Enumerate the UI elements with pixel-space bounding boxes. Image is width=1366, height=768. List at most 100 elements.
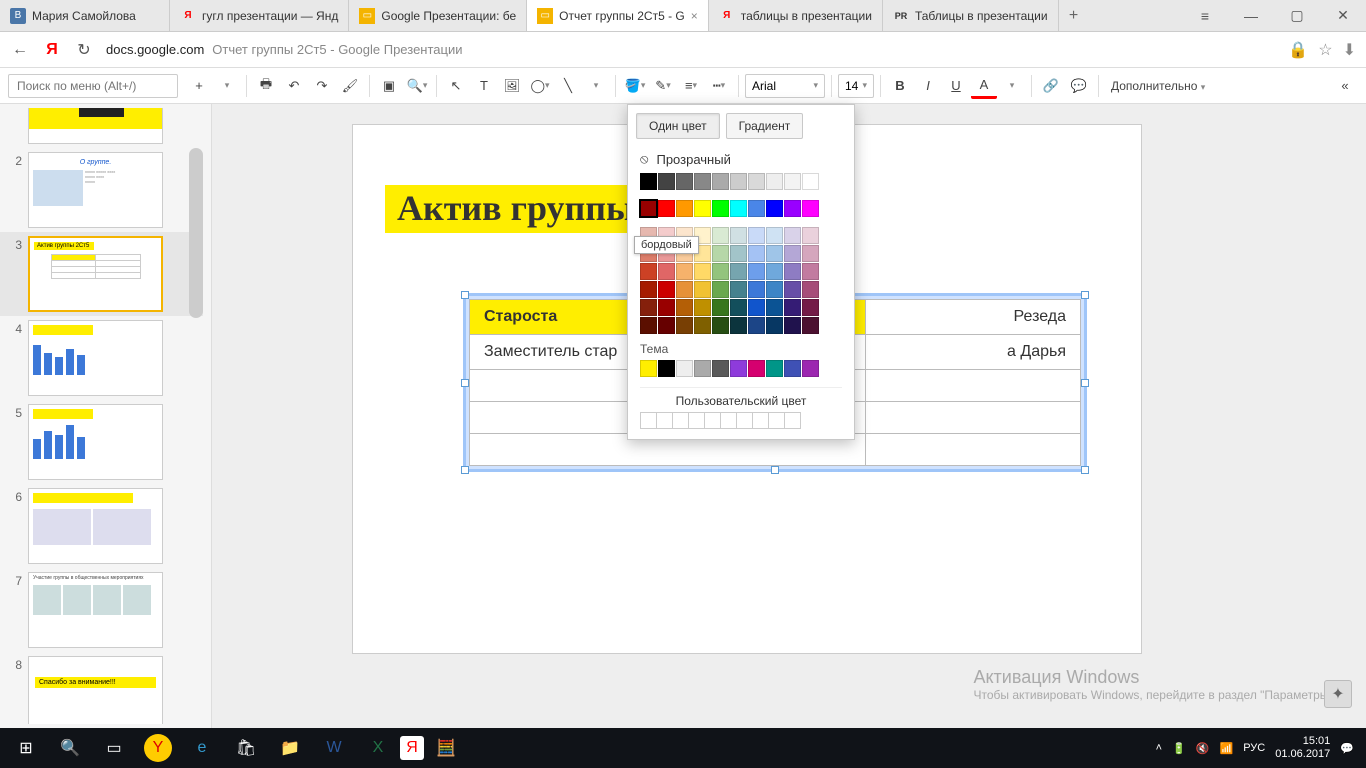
color-swatch[interactable] [676,200,693,217]
bold-icon[interactable]: B [887,73,913,99]
color-swatch[interactable] [802,281,819,298]
tab-yandex-2[interactable]: Я таблицы в презентации [709,0,883,31]
color-swatch[interactable] [730,173,747,190]
color-swatch[interactable] [712,281,729,298]
thumb-row[interactable]: 7 Участие группы в общественных мероприя… [0,568,203,652]
color-swatch[interactable] [766,317,783,334]
color-swatch[interactable] [784,281,801,298]
color-swatch[interactable] [766,227,783,244]
thumb-row[interactable]: 5 [0,400,203,484]
color-swatch[interactable] [784,245,801,262]
undo-icon[interactable]: ↶ [281,73,307,99]
color-swatch[interactable] [694,299,711,316]
color-swatch[interactable] [784,360,801,377]
notifications-icon[interactable]: 💬 [1340,742,1354,755]
color-swatch[interactable] [640,317,657,334]
color-swatch[interactable] [730,227,747,244]
color-swatch[interactable] [712,299,729,316]
color-swatch[interactable] [640,281,657,298]
color-swatch[interactable] [676,281,693,298]
text-color-dropdown[interactable]: ▾ [999,73,1025,99]
color-swatch[interactable] [694,281,711,298]
table-cell[interactable] [866,402,1081,434]
color-swatch[interactable] [784,299,801,316]
color-swatch[interactable] [766,200,783,217]
collapse-toolbar-icon[interactable]: « [1332,73,1358,99]
color-swatch[interactable] [694,360,711,377]
edge-icon[interactable]: e [180,728,224,768]
select-tool-icon[interactable]: ↖ [443,73,469,99]
color-swatch[interactable] [658,263,675,280]
color-swatch[interactable] [802,317,819,334]
zoom-dropdown[interactable]: 🔍▾ [404,73,430,99]
back-icon[interactable]: ← [10,41,30,59]
color-swatch[interactable] [748,227,765,244]
tab-yandex-1[interactable]: Я гугл презентации — Янд [170,0,349,31]
search-icon[interactable]: 🔍 [48,728,92,768]
yandex-home-icon[interactable]: Я [42,41,62,59]
color-swatch[interactable] [766,245,783,262]
yandex-browser-icon[interactable]: Y [144,734,172,762]
color-swatch[interactable] [712,245,729,262]
color-swatch[interactable] [766,281,783,298]
color-swatch[interactable] [802,227,819,244]
menu-search-input[interactable] [8,74,178,98]
color-swatch[interactable] [784,263,801,280]
color-swatch[interactable] [676,263,693,280]
color-swatch[interactable] [640,200,657,217]
tab-pr[interactable]: PR Таблицы в презентации [883,0,1059,31]
print-icon[interactable]: 🖶 [253,73,279,99]
table-cell[interactable]: а Дарья [866,335,1081,370]
color-swatch[interactable] [748,263,765,280]
recent-swatch[interactable] [640,412,657,429]
color-swatch[interactable] [802,173,819,190]
color-swatch[interactable] [676,360,693,377]
color-swatch[interactable] [748,245,765,262]
color-swatch[interactable] [676,299,693,316]
color-swatch[interactable] [640,360,657,377]
color-swatch[interactable] [766,360,783,377]
text-color-icon[interactable]: A [971,73,997,99]
color-swatch[interactable] [748,317,765,334]
thumb-row[interactable]: 2 О группе. xxxxx xxxxx xxxxxxxxx xxxxxx… [0,148,203,232]
color-swatch[interactable] [730,299,747,316]
table-cell[interactable] [866,370,1081,402]
close-icon[interactable]: ✕ [1320,0,1366,31]
color-swatch[interactable] [658,281,675,298]
color-swatch[interactable] [712,227,729,244]
textbox-icon[interactable]: T [471,73,497,99]
transparent-option[interactable]: ⦸ Прозрачный [628,147,854,171]
italic-icon[interactable]: I [915,73,941,99]
redo-icon[interactable]: ↷ [309,73,335,99]
paint-format-icon[interactable]: 🖌 [337,73,363,99]
custom-color-option[interactable]: Пользовательский цвет [628,388,854,412]
reload-icon[interactable]: ↻ [74,40,94,60]
more-options[interactable]: Дополнительно ▾ [1105,79,1211,93]
color-swatch[interactable] [676,173,693,190]
color-swatch[interactable] [658,299,675,316]
line-icon[interactable]: ╲ [555,73,581,99]
font-selector[interactable]: Arial▾ [745,74,825,98]
color-swatch[interactable] [802,360,819,377]
color-swatch[interactable] [802,263,819,280]
address-field[interactable]: docs.google.com Отчет группы 2Ст5 - Goog… [106,42,1276,57]
gradient-tab[interactable]: Градиент [726,113,804,139]
tab-slides-1[interactable]: ▭ Google Презентации: бе [349,0,527,31]
new-slide-button[interactable]: + [186,73,212,99]
color-swatch[interactable] [730,317,747,334]
download-icon[interactable]: ⬇ [1343,40,1356,60]
color-swatch[interactable] [784,227,801,244]
fill-color-icon[interactable]: 🪣▾ [622,73,648,99]
color-swatch[interactable] [784,173,801,190]
menu-icon[interactable]: ≡ [1182,0,1228,31]
link-icon[interactable]: 🔗 [1038,73,1064,99]
border-color-icon[interactable]: ✎▾ [650,73,676,99]
color-swatch[interactable] [658,173,675,190]
thumb-row[interactable]: 3 Актив группы 2Ст5 [0,232,203,316]
color-swatch[interactable] [712,263,729,280]
volume-icon[interactable]: 🔇 [1196,742,1210,755]
tray-chevron-icon[interactable]: ˄ [1156,742,1162,754]
color-swatch[interactable] [784,200,801,217]
solid-color-tab[interactable]: Один цвет [636,113,720,139]
clock[interactable]: 15:01 01.06.2017 [1275,735,1330,761]
